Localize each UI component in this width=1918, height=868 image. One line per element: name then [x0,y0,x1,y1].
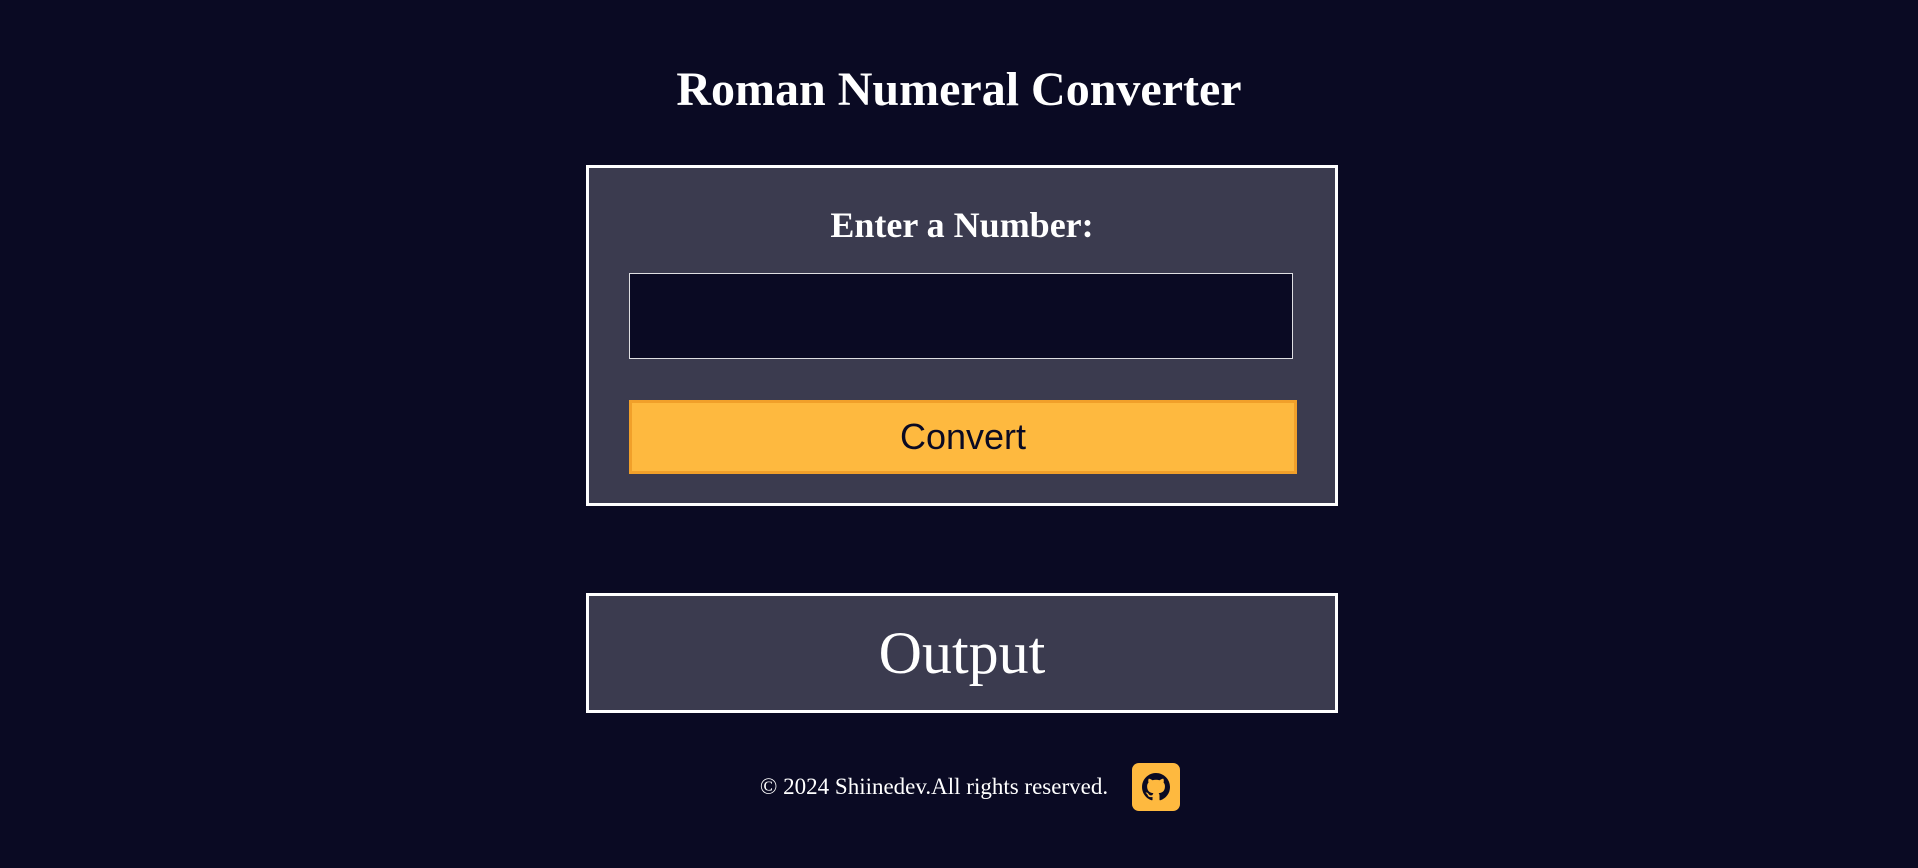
output-text: Output [878,620,1046,686]
number-input[interactable] [629,273,1293,359]
converter-form: Enter a Number: Convert [586,165,1338,506]
output-panel: Output [586,593,1338,713]
github-icon [1142,773,1171,801]
convert-button[interactable]: Convert [629,400,1297,474]
footer-copyright: © 2024 Shiinedev.All rights reserved. [759,774,1109,799]
page-title: Roman Numeral Converter [676,63,1242,116]
footer: © 2024 Shiinedev.All rights reserved. [0,763,1918,811]
number-label: Enter a Number: [830,205,1094,245]
page: Roman Numeral Converter Enter a Number: … [0,0,1918,868]
github-link[interactable] [1132,763,1181,811]
